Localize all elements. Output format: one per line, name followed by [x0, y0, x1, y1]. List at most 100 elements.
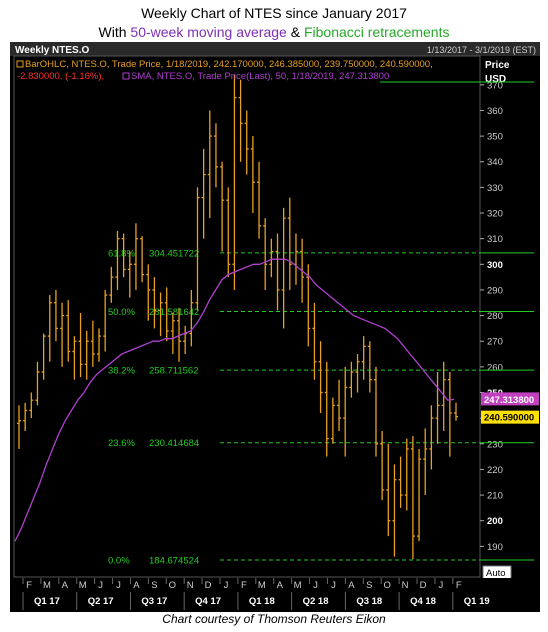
ohlc-bar	[17, 405, 21, 449]
ohlc-bar	[367, 341, 372, 393]
last-price-badge-text: 240.590000	[484, 413, 534, 424]
x-month-label: F	[456, 580, 462, 591]
ohlc-bar	[170, 313, 175, 355]
x-quarter-label: Q3 18	[356, 596, 382, 607]
x-month-label: F	[241, 580, 247, 591]
y-tick-label: 230	[487, 439, 503, 450]
ohlc-bar	[275, 233, 280, 311]
x-month-label: O	[384, 580, 391, 591]
ohlc-bar	[250, 136, 255, 214]
subtitle-fibonacci: Fibonacci retracements	[303, 24, 450, 40]
ohlc-bar	[60, 302, 65, 367]
x-month-label: J	[331, 580, 336, 591]
chart-svg: Weekly NTES.O 1/13/2017 - 3/1/2019 (EST) P…	[10, 42, 540, 612]
ohlc-bar	[140, 236, 145, 283]
ohlc-bar	[398, 456, 403, 508]
ohlc-bar	[454, 402, 458, 421]
ohlc-bar	[213, 123, 218, 188]
x-quarter-label: Q1 17	[34, 596, 60, 607]
ohlc-bar	[281, 207, 286, 329]
fib-percent-label: 61.8%	[108, 248, 135, 259]
y-tick-label: 310	[487, 234, 503, 245]
ohlc-bar	[429, 405, 434, 470]
ohlc-bar	[417, 448, 422, 542]
ohlc-bar	[109, 266, 114, 303]
subtitle-prefix: With	[98, 24, 131, 40]
ohlc-bar	[263, 218, 268, 290]
y-tick-label: 210	[487, 491, 503, 502]
fib-percent-label: 0.0%	[108, 556, 130, 567]
y-tick-label: 300	[487, 260, 503, 271]
ohlc-bar	[287, 197, 292, 290]
ohlc-bar	[226, 187, 231, 278]
legend-sma-text: SMA, NTES.O, Trade Price(Last), 50, 1/18…	[131, 71, 389, 82]
ohlc-bar	[29, 392, 34, 419]
ohlc-bar	[90, 320, 95, 367]
ohlc-bar	[66, 300, 71, 362]
fib-percent-label: 50.0%	[108, 307, 135, 318]
ohlc-bar	[392, 464, 397, 557]
ohlc-bar	[423, 428, 428, 496]
ohlc-bar	[23, 402, 28, 431]
ohlc-bar	[410, 436, 415, 560]
y-tick-label: 290	[487, 285, 503, 296]
ohlc-bar	[84, 330, 89, 380]
ohlc-bar	[355, 354, 360, 393]
x-quarter-label: Q1 18	[249, 596, 275, 607]
ohlc-bar	[386, 443, 391, 537]
legend-bar-text: BarOHLC, NTES.O, Trade Price, 1/18/2019,…	[25, 59, 433, 70]
y-axis-title: Price	[485, 60, 510, 71]
ohlc-bar	[232, 74, 237, 290]
ohlc-bar	[41, 333, 46, 380]
x-month-label: S	[151, 580, 157, 591]
chart-title: Weekly Chart of NTES since January 2017	[141, 5, 407, 21]
sma-price-badge-text: 247.313800	[484, 395, 534, 406]
x-axis: F M A M J J A S O N D J F M A M J J A S O N D J FQ1 17 Q2 17 Q3 17…	[10, 578, 540, 612]
auto-scale-button: Auto	[482, 565, 512, 580]
x-month-label: A	[348, 580, 355, 591]
subtitle-and: &	[286, 24, 304, 40]
ohlc-bar	[404, 438, 409, 511]
ohlc-bar	[238, 79, 243, 162]
ohlc-bar	[244, 110, 249, 175]
x-month-label: M	[294, 580, 302, 591]
chart-title-block: Weekly Chart of NTES since January 2017 …	[0, 4, 548, 42]
x-month-label: J	[98, 580, 103, 591]
ohlc-bar	[207, 110, 212, 219]
y-tick-label: 190	[487, 542, 503, 553]
x-month-label: D	[420, 580, 427, 591]
ohlc-bar	[115, 230, 120, 290]
y-tick-label: 200	[487, 516, 503, 527]
ohlc-bar	[447, 372, 452, 457]
ohlc-bar	[183, 325, 188, 355]
ohlc-bar	[312, 302, 317, 380]
ohlc-bar	[361, 336, 366, 380]
x-month-label: S	[366, 580, 372, 591]
panel-date-range: 1/13/2017 - 3/1/2019 (EST)	[427, 45, 536, 55]
ohlc-bar	[35, 361, 40, 406]
ohlc-bar	[293, 233, 298, 285]
ohlc-bar	[220, 161, 225, 252]
x-quarter-label: Q3 17	[141, 596, 167, 607]
subtitle-moving-average: 50-week moving average	[130, 24, 287, 40]
ohlc-bar	[78, 313, 83, 378]
y-tick-label: 270	[487, 337, 503, 348]
fib-value-label: 258.711562	[149, 366, 199, 377]
fib-value-label: 184.674524	[149, 556, 199, 567]
x-month-label: J	[224, 580, 229, 591]
panel-title: Weekly NTES.O	[15, 45, 90, 56]
y-tick-label: 360	[487, 106, 503, 117]
chart-legend: BarOHLC, NTES.O, Trade Price, 1/18/2019,…	[16, 59, 534, 83]
chart-caption: Chart courtesy of Thomson Reuters Eikon	[162, 612, 386, 626]
y-tick-label: 220	[487, 465, 503, 476]
ohlc-bars	[17, 74, 458, 560]
legend-sma-swatch	[122, 72, 130, 80]
ohlc-bar	[435, 372, 440, 444]
x-month-label: M	[258, 580, 266, 591]
x-month-label: A	[133, 580, 140, 591]
ohlc-bar	[97, 328, 102, 362]
ohlc-bar	[201, 148, 206, 239]
ohlc-bar	[349, 361, 354, 398]
fib-percent-label: 38.2%	[108, 366, 135, 377]
ohlc-bar	[47, 295, 52, 362]
